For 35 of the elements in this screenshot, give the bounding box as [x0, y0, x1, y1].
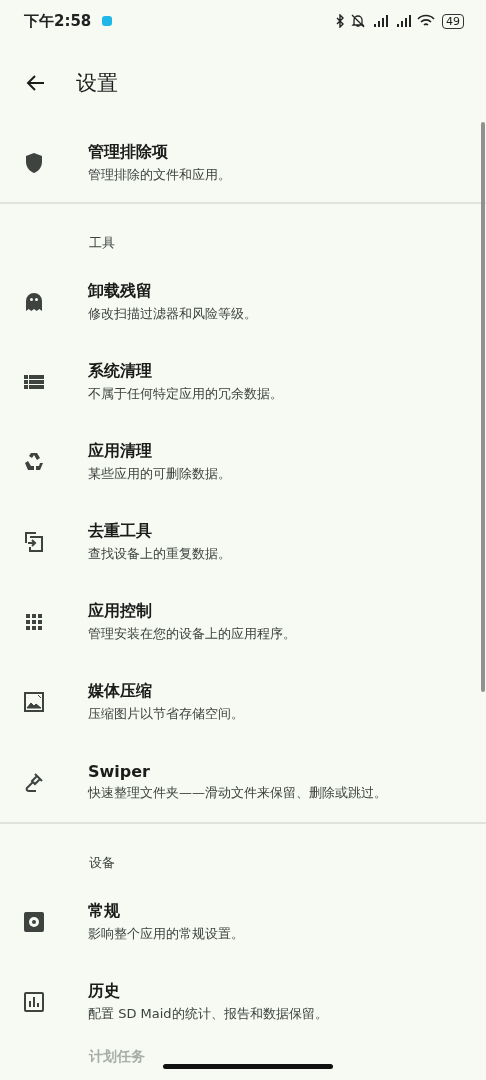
- bell-muted-icon: [350, 14, 366, 28]
- section-header: 设备: [88, 854, 116, 872]
- battery-indicator: 49: [442, 13, 464, 29]
- setting-description: 快速整理文件夹——滑动文件来保留、删除或跳过。: [88, 784, 387, 802]
- bar-chart-icon: [22, 990, 46, 1014]
- setting-description: 压缩图片以节省存储空间。: [88, 705, 244, 723]
- setting-title[interactable]: 应用清理: [88, 441, 231, 462]
- status-time: 下午2:58: [24, 11, 92, 31]
- setting-description: 管理安装在您的设备上的应用程序。: [88, 625, 296, 643]
- setting-description: 不属于任何特定应用的冗余数据。: [88, 385, 283, 403]
- setting-title[interactable]: 管理排除项: [88, 142, 231, 163]
- wifi-icon: [417, 14, 435, 28]
- signal-icon: [394, 14, 412, 28]
- setting-description: 修改扫描过滤器和风险等级。: [88, 305, 257, 323]
- setting-title[interactable]: 媒体压缩: [88, 681, 244, 702]
- page-title: 设置: [76, 70, 118, 97]
- setting-title[interactable]: 应用控制: [88, 601, 296, 622]
- setting-description: 某些应用的可删除数据。: [88, 465, 231, 483]
- gesture-handle[interactable]: [163, 1064, 333, 1069]
- setting-title[interactable]: 卸载残留: [88, 281, 257, 302]
- copy-icon: [22, 530, 46, 554]
- signal-icon: [371, 14, 389, 28]
- bluetooth-icon: [335, 14, 345, 28]
- setting-description: 管理排除的文件和应用。: [88, 166, 231, 184]
- setting-title[interactable]: 去重工具: [88, 521, 231, 542]
- setting-title[interactable]: 常规: [88, 901, 244, 922]
- setting-title[interactable]: Swiper: [88, 762, 387, 781]
- setting-description: 配置 SD Maid的统计、报告和数据保留。: [88, 1005, 328, 1023]
- setting-title[interactable]: 历史: [88, 981, 328, 1002]
- setting-description: 影响整个应用的常规设置。: [88, 925, 244, 943]
- notification-icon: [102, 16, 113, 26]
- setting-title[interactable]: 系统清理: [88, 361, 283, 382]
- image-icon: [22, 690, 46, 714]
- setting-description: 查找设备上的重复数据。: [88, 545, 231, 563]
- section-header: 工具: [88, 234, 116, 252]
